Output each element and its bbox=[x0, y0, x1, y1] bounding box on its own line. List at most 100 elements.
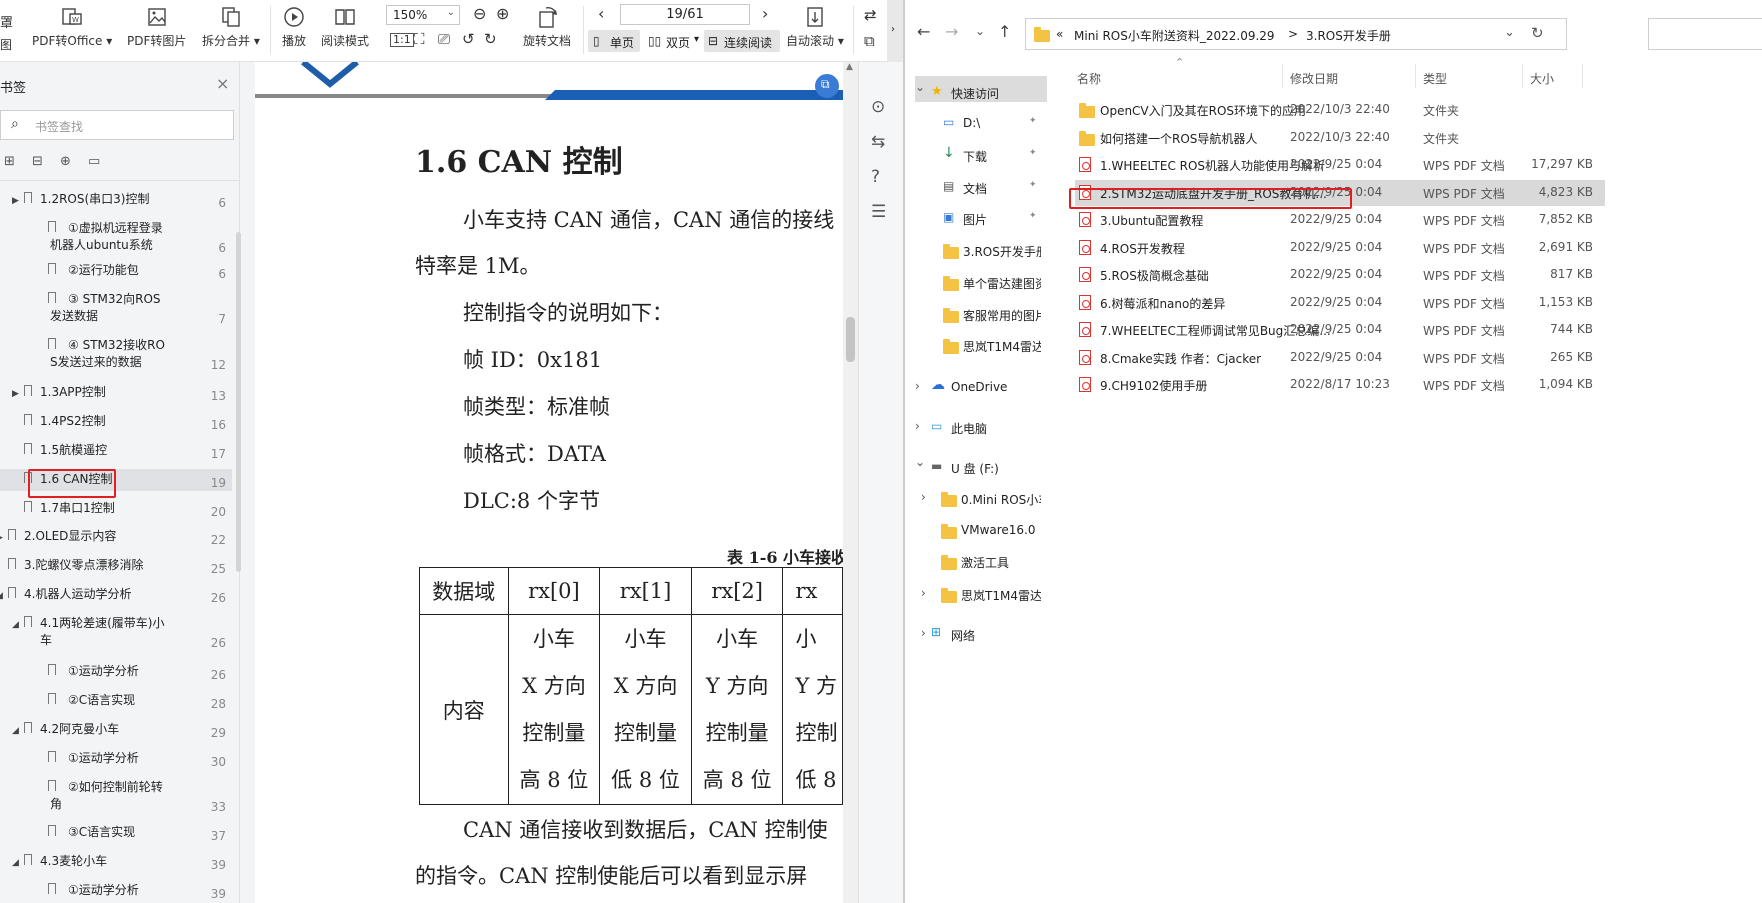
bookmark-item[interactable]: ②如何控制前轮转角 33 bbox=[0, 777, 232, 817]
zoom-search-icon[interactable]: ⊙ bbox=[871, 97, 885, 117]
bookmark-item[interactable]: ◢ 4.1两轮差速(履带车)小车 26 bbox=[0, 613, 232, 653]
pin-icon[interactable]: ✦ bbox=[1029, 180, 1037, 190]
pin-icon[interactable]: ✦ bbox=[1029, 116, 1037, 126]
bookmark-scrollbar[interactable] bbox=[236, 232, 241, 572]
file-row[interactable]: 1.WHEELTEC ROS机器人功能使用与解析 2022/9/25 0:04 WP… bbox=[1075, 152, 1605, 178]
up-arrow-icon[interactable]: ↑ bbox=[998, 22, 1011, 41]
document-scrollbar[interactable]: ▲ bbox=[843, 62, 858, 903]
bookmark-item[interactable]: ③C语言实现 37 bbox=[0, 822, 232, 844]
file-row[interactable]: 3.Ubuntu配置教程 2022/9/25 0:04 WPS PDF 文档 7,85… bbox=[1075, 207, 1605, 233]
actual-size-icon[interactable]: 1:1 bbox=[390, 33, 414, 47]
nav-item[interactable]: 思岚T1M4雷达测试 bbox=[905, 335, 1045, 357]
bookmark-item[interactable]: ▶ 1.2ROS(串口3)控制 6 bbox=[0, 189, 232, 211]
nav-item[interactable]: › ⊞ 网络 bbox=[905, 624, 1045, 646]
pin-icon[interactable]: ✦ bbox=[1029, 211, 1037, 221]
play-button[interactable]: 播放 bbox=[281, 4, 307, 49]
bookmark-search-input[interactable]: ⌕ 书签查找 bbox=[0, 110, 234, 140]
fit-page-icon[interactable]: ⛶ bbox=[414, 30, 425, 48]
read-mode-button[interactable]: 阅读模式 bbox=[321, 4, 369, 49]
nav-item[interactable]: › ▭ 此电脑 bbox=[905, 417, 1045, 439]
caret-right-icon[interactable]: ▶ bbox=[12, 193, 19, 209]
forward-arrow-icon[interactable]: → bbox=[945, 22, 958, 41]
translate-icon[interactable]: ⇄ bbox=[864, 6, 877, 24]
nav-item[interactable]: ↓ 下载 ✦ bbox=[905, 145, 1045, 167]
file-row[interactable]: 7.WHEELTEC工程师调试常见Bug汇总编... 2022/9/25 0:04… bbox=[1075, 317, 1605, 343]
toolbar-cut-item[interactable]: 罩 bbox=[0, 12, 13, 31]
caret-down-icon[interactable]: ◢ bbox=[12, 617, 19, 633]
nav-item[interactable]: 激活工具 bbox=[905, 551, 1045, 573]
zoom-in-icon[interactable]: ⊕ bbox=[496, 4, 509, 23]
breadcrumb-overflow[interactable]: « bbox=[1056, 27, 1063, 41]
nav-item[interactable]: › ☁ OneDrive bbox=[905, 377, 1045, 399]
bookmark-item[interactable]: ③ STM32向ROS 发送数据 7 bbox=[0, 289, 232, 329]
pdf-to-image-button[interactable]: PDF转图片 bbox=[127, 4, 186, 49]
breadcrumb-item[interactable]: 3.ROS开发手册 bbox=[1306, 27, 1391, 44]
nav-item[interactable]: 单个雷达建图资料 bbox=[905, 272, 1045, 294]
add-bookmark-icon[interactable]: ⊕ bbox=[60, 154, 71, 169]
auto-scroll-button[interactable]: 自动滚动 ▾ bbox=[786, 4, 844, 49]
file-row[interactable]: 9.CH9102使用手册 2022/8/17 10:23 WPS PDF 文档 1,0… bbox=[1075, 372, 1605, 398]
pin-icon[interactable]: ✦ bbox=[1029, 148, 1037, 158]
bookmark-item[interactable]: ①虚拟机远程登录 机器人ubuntu系统 6 bbox=[0, 218, 232, 258]
column-header-type[interactable]: 类型 bbox=[1423, 70, 1447, 87]
nav-item[interactable]: ▤ 文档 ✦ bbox=[905, 177, 1045, 199]
caret-down-icon[interactable]: ◢ bbox=[12, 855, 19, 871]
chevron-right-icon[interactable]: › bbox=[915, 419, 920, 433]
next-page-icon[interactable]: › bbox=[762, 4, 768, 23]
bookmark-item[interactable]: ④ STM32接收RO S发送过来的数据 12 bbox=[0, 335, 232, 375]
nav-item[interactable]: ⌄ ▬ U 盘 (F:) bbox=[905, 455, 1045, 479]
caret-right-icon[interactable]: ▶ bbox=[12, 386, 19, 402]
refresh-icon[interactable]: ↻ bbox=[1531, 24, 1544, 42]
file-row[interactable]: 5.ROS极简概念基础 2022/9/25 0:04 WPS PDF 文档 817 K… bbox=[1075, 262, 1605, 288]
chevron-right-icon[interactable]: › bbox=[921, 490, 926, 504]
prev-page-icon[interactable]: ‹ bbox=[598, 4, 604, 23]
split-merge-button[interactable]: 拆分合并 ▾ bbox=[202, 4, 260, 49]
bookmark-item[interactable]: 1.5航模遥控 17 bbox=[0, 440, 232, 462]
zoom-out-icon[interactable]: ⊖ bbox=[473, 4, 486, 23]
chevron-right-icon[interactable]: › bbox=[921, 626, 926, 640]
bookmark-item[interactable]: 1.7串口1控制 20 bbox=[0, 498, 232, 520]
translate-tool-icon[interactable]: ⇆ bbox=[871, 132, 885, 152]
continuous-read-button[interactable]: ⊟ 连续阅读 bbox=[704, 30, 780, 52]
page-tool-badge[interactable]: ⧉ bbox=[815, 74, 839, 98]
bookmark-item[interactable]: 3.陀螺仪零点漂移消除 25 bbox=[0, 555, 232, 577]
bookmark-item[interactable]: ①运动学分析 39 bbox=[0, 880, 232, 902]
recent-locations-icon[interactable]: ⌄ bbox=[975, 24, 985, 38]
close-icon[interactable]: × bbox=[216, 74, 229, 93]
expand-all-icon[interactable]: ⊞ bbox=[4, 154, 15, 169]
rotate-right-icon[interactable]: ↻ bbox=[484, 30, 497, 48]
bookmark-item[interactable]: ◢ 4.2阿克曼小车 29 bbox=[0, 719, 232, 741]
single-page-button[interactable]: ▯ 单页 bbox=[588, 30, 640, 52]
nav-item[interactable]: 3.ROS开发手册 bbox=[905, 240, 1045, 262]
nav-item[interactable]: ⌄ ★ 快速访问 bbox=[905, 80, 1045, 104]
chevron-down-icon[interactable]: ⌄ bbox=[915, 455, 925, 469]
compare-icon[interactable]: ⧉ bbox=[864, 32, 875, 50]
bookmark-item[interactable]: ▶ 2.OLED显示内容 22 bbox=[0, 526, 232, 548]
nav-item[interactable]: › 0.Mini ROS小车附 bbox=[905, 488, 1045, 510]
back-arrow-icon[interactable]: ← bbox=[917, 22, 930, 41]
bookmark-item[interactable]: ②运行功能包 6 bbox=[0, 260, 232, 282]
scrollbar-thumb[interactable] bbox=[846, 317, 855, 362]
caret-right-icon[interactable]: ▶ bbox=[0, 530, 3, 546]
toolbar-scroll-right[interactable]: › bbox=[887, 0, 903, 62]
help-icon[interactable]: ? bbox=[871, 167, 880, 187]
column-header-size[interactable]: 大小 bbox=[1530, 70, 1554, 87]
bookmark-item[interactable]: ◢ 4.机器人运动学分析 26 bbox=[0, 584, 232, 606]
bookmark-item[interactable]: ①运动学分析 26 bbox=[0, 661, 232, 683]
file-row[interactable]: 如何搭建一个ROS导航机器人 2022/10/3 22:40 文件夹 bbox=[1075, 125, 1605, 151]
pdf-to-office-button[interactable]: W PDF转Office ▾ bbox=[32, 4, 112, 49]
file-row[interactable]: OpenCV入门及其在ROS环境下的应用 2022/10/3 22:40 文件夹 bbox=[1075, 97, 1605, 123]
file-row[interactable]: 4.ROS开发教程 2022/9/25 0:04 WPS PDF 文档 2,691 K… bbox=[1075, 235, 1605, 261]
file-row[interactable]: 6.树莓派和nano的差异 2022/9/25 0:04 WPS PDF 文档 1,1… bbox=[1075, 290, 1605, 316]
scroll-up-icon[interactable]: ▲ bbox=[846, 62, 853, 72]
fit-width-icon[interactable]: ⎚ bbox=[438, 30, 450, 48]
nav-item[interactable]: ▭ D:\ ✦ bbox=[905, 113, 1045, 135]
caret-down-icon[interactable]: ◢ bbox=[0, 588, 3, 604]
chevron-right-icon[interactable]: › bbox=[921, 586, 926, 600]
bookmark-item[interactable]: ②C语言实现 28 bbox=[0, 690, 232, 712]
bookmark-item[interactable]: ①运动学分析 30 bbox=[0, 748, 232, 770]
nav-item[interactable]: ▣ 图片 ✦ bbox=[905, 208, 1045, 230]
settings-sliders-icon[interactable]: ☰ bbox=[871, 202, 886, 222]
chevron-down-icon[interactable]: ⌄ bbox=[915, 80, 925, 94]
chevron-right-icon[interactable]: › bbox=[915, 379, 920, 393]
